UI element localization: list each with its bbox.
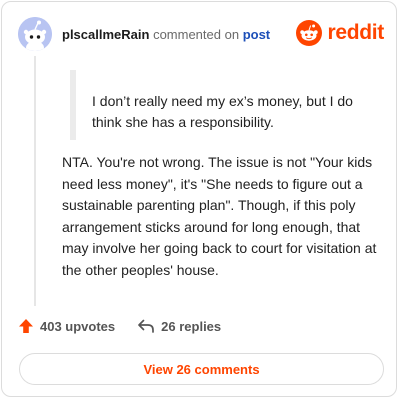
replies-button[interactable]: 26 replies (137, 318, 221, 334)
comment-header: plscallmeRain commented on post reddit (18, 16, 384, 52)
reply-arrow-icon (138, 319, 155, 333)
reddit-snoo-icon (296, 20, 323, 46)
replies-label: 26 replies (161, 318, 222, 334)
header-text: plscallmeRain commented on post (62, 27, 270, 42)
reddit-wordmark: reddit (327, 21, 384, 44)
comment-footer: 403 upvotes 26 replies (18, 318, 221, 334)
reddit-logo[interactable]: reddit (296, 20, 384, 46)
action-text: commented on (153, 26, 240, 42)
username-link[interactable]: plscallmeRain (62, 27, 149, 42)
upvote-arrow-icon (19, 319, 33, 333)
comment-card: plscallmeRain commented on post reddit I… (1, 1, 397, 397)
view-comments-button[interactable]: View 26 comments (19, 353, 384, 385)
thread-line (34, 56, 36, 306)
post-link[interactable]: post (243, 27, 270, 42)
upvotes-label: 403 upvotes (40, 318, 116, 334)
upvotes-button[interactable]: 403 upvotes (18, 318, 115, 334)
quoted-text: I don’t really need my ex’s money, but I… (70, 70, 380, 140)
snoo-avatar-icon[interactable] (18, 17, 52, 51)
comment-body: NTA. You're not wrong. The issue is not … (62, 154, 377, 278)
